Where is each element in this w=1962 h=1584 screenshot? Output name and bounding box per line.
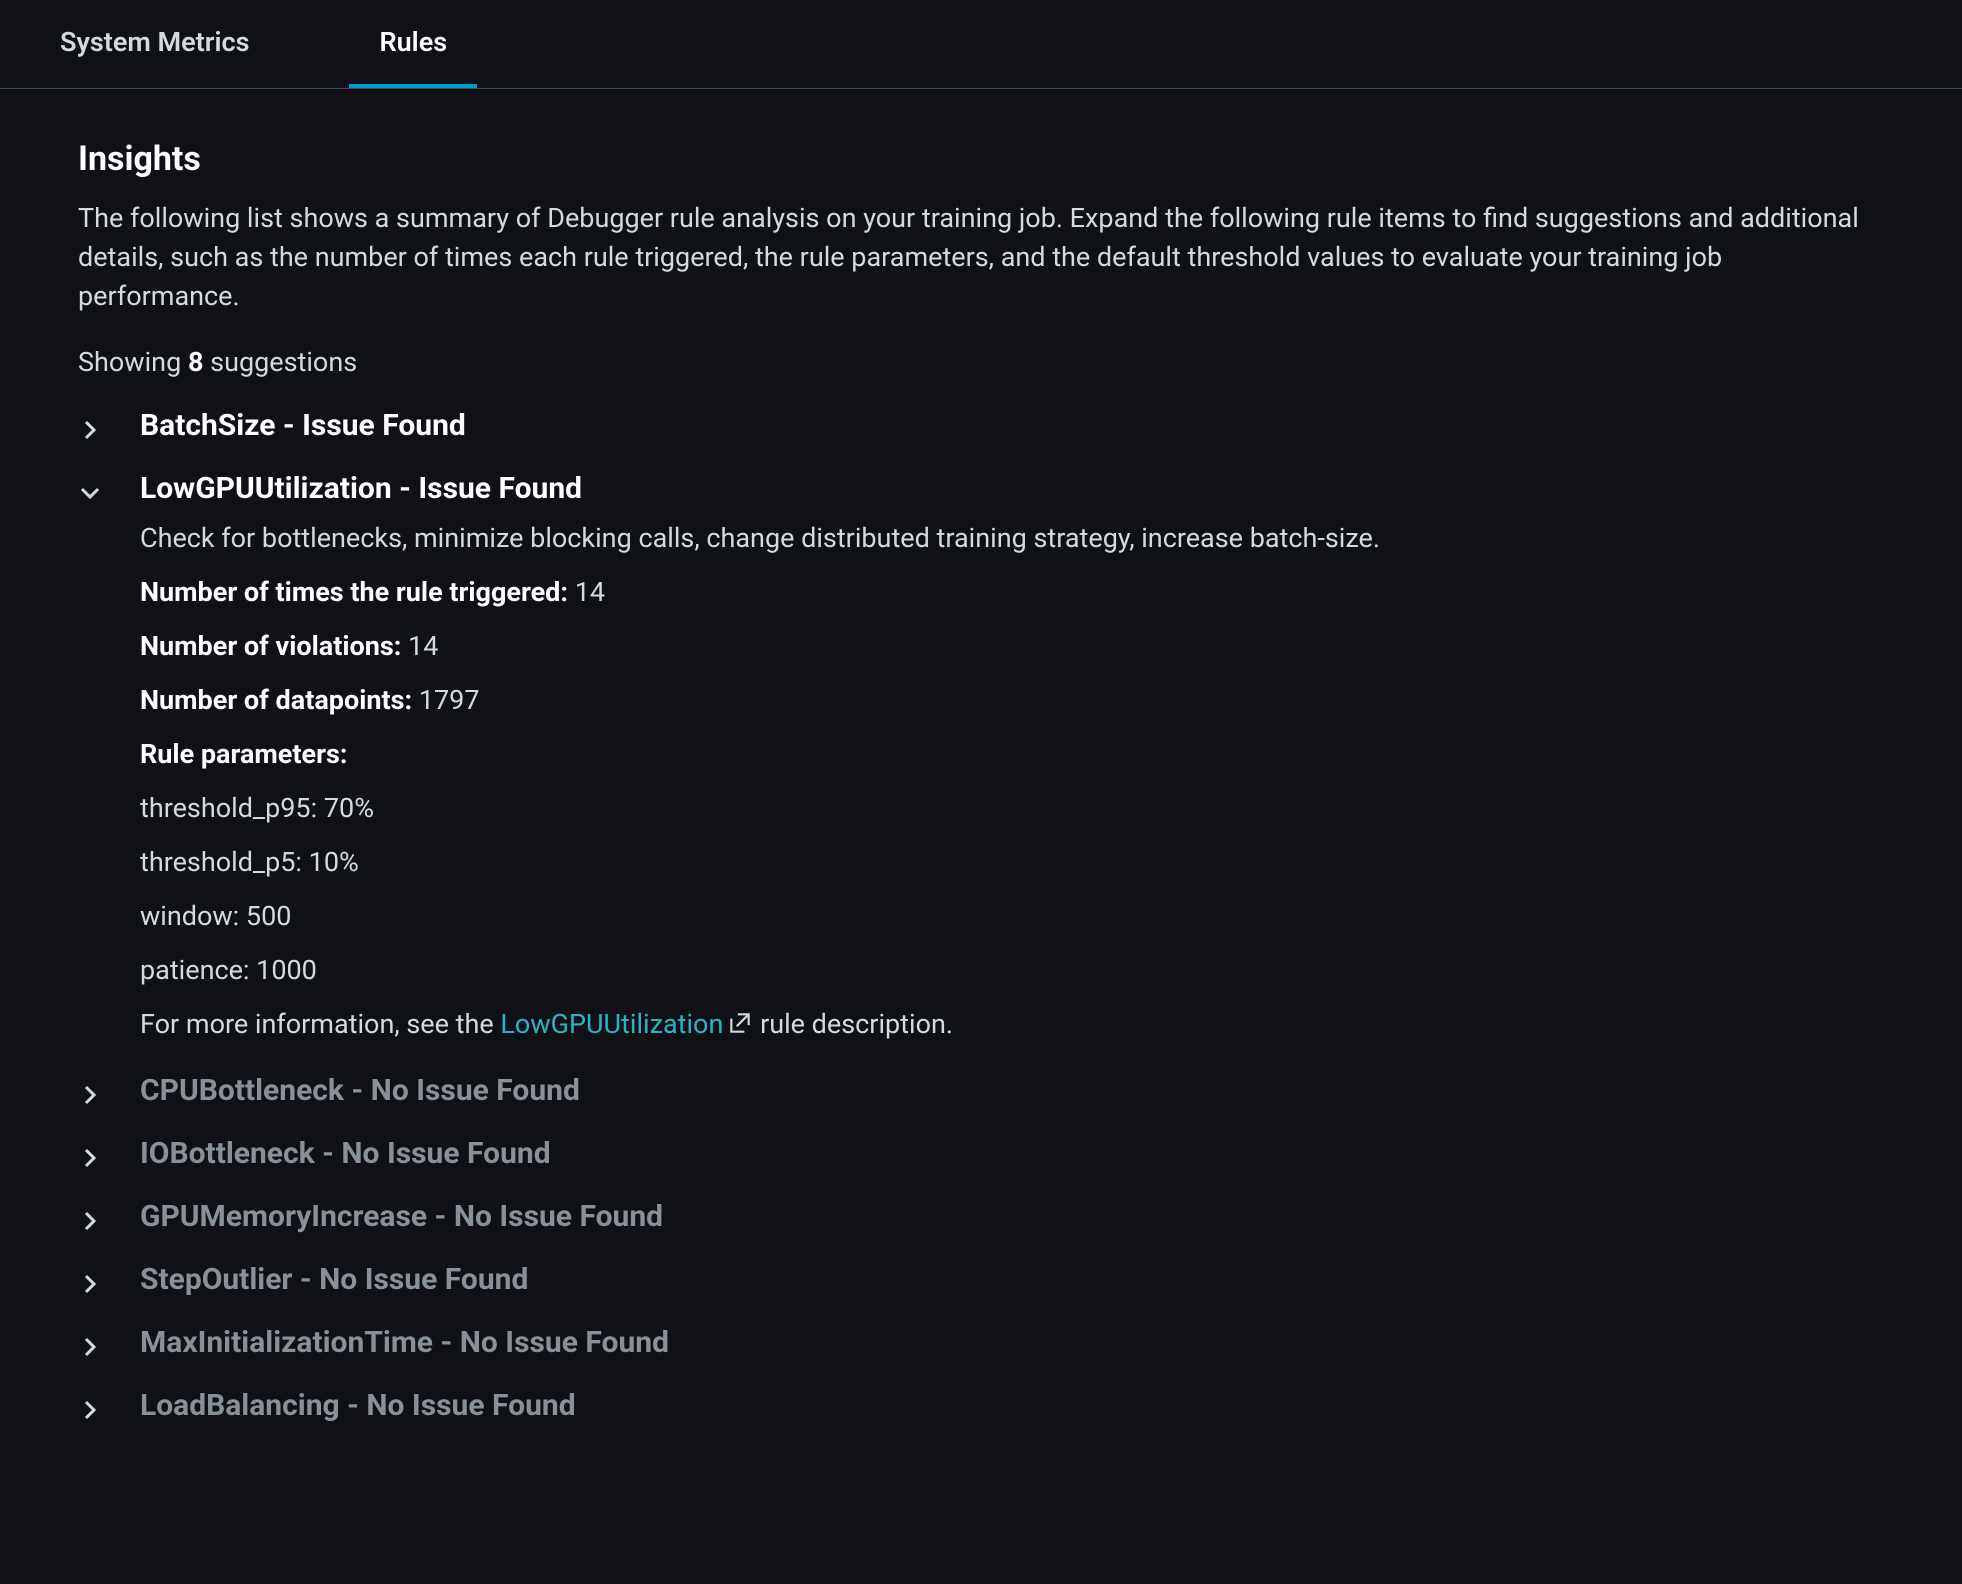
stat-violations: Number of violations: 14 (140, 630, 1884, 662)
rule-item-stepoutlier[interactable]: StepOutlier - No Issue Found (78, 1262, 1884, 1297)
chevron-right-icon (78, 1083, 102, 1107)
stat-triggered: Number of times the rule triggered: 14 (140, 576, 1884, 608)
rule-title: LoadBalancing - No Issue Found (140, 1388, 576, 1423)
chevron-right-icon (78, 1335, 102, 1359)
rule-item-maxinitializationtime[interactable]: MaxInitializationTime - No Issue Found (78, 1325, 1884, 1360)
external-link-icon (727, 1010, 753, 1043)
rule-doc-link[interactable]: LowGPUUtilization (500, 1008, 753, 1040)
rule-title: CPUBottleneck - No Issue Found (140, 1073, 580, 1108)
rule-title: LowGPUUtilization - Issue Found (140, 471, 582, 506)
param-line: threshold_p5: 10% (140, 846, 1884, 878)
chevron-right-icon (78, 1272, 102, 1296)
rule-item-cpubottleneck[interactable]: CPUBottleneck - No Issue Found (78, 1073, 1884, 1108)
rule-title: IOBottleneck - No Issue Found (140, 1136, 551, 1171)
rule-item-lowgpuutilization[interactable]: LowGPUUtilization - Issue Found (78, 471, 1884, 506)
rules-list: BatchSize - Issue Found LowGPUUtilizatio… (78, 408, 1884, 1423)
insights-description: The following list shows a summary of De… (78, 199, 1884, 316)
param-line: patience: 1000 (140, 954, 1884, 986)
rule-item-batchsize[interactable]: BatchSize - Issue Found (78, 408, 1884, 443)
suggestions-count: Showing 8 suggestions (78, 346, 1884, 378)
chevron-down-icon (78, 481, 102, 505)
rule-title: BatchSize - Issue Found (140, 408, 466, 443)
param-line: threshold_p95: 70% (140, 792, 1884, 824)
chevron-right-icon (78, 1146, 102, 1170)
chevron-right-icon (78, 418, 102, 442)
rule-title: MaxInitializationTime - No Issue Found (140, 1325, 669, 1360)
chevron-right-icon (78, 1398, 102, 1422)
insights-panel: Insights The following list shows a summ… (0, 89, 1962, 1491)
tab-system-metrics[interactable]: System Metrics (30, 0, 279, 88)
rule-item-loadbalancing[interactable]: LoadBalancing - No Issue Found (78, 1388, 1884, 1423)
tab-bar: System Metrics Rules (0, 0, 1962, 89)
chevron-right-icon (78, 1209, 102, 1233)
rule-body: Check for bottlenecks, minimize blocking… (140, 522, 1884, 1043)
rule-advice: Check for bottlenecks, minimize blocking… (140, 522, 1884, 554)
params-header: Rule parameters: (140, 738, 1884, 770)
param-line: window: 500 (140, 900, 1884, 932)
rule-title: GPUMemoryIncrease - No Issue Found (140, 1199, 663, 1234)
rule-title: StepOutlier - No Issue Found (140, 1262, 528, 1297)
more-info: For more information, see the LowGPUUtil… (140, 1008, 1884, 1043)
rule-item-gpumemoryincrease[interactable]: GPUMemoryIncrease - No Issue Found (78, 1199, 1884, 1234)
tab-rules[interactable]: Rules (349, 0, 477, 88)
insights-heading: Insights (78, 139, 1884, 179)
stat-datapoints: Number of datapoints: 1797 (140, 684, 1884, 716)
rule-item-iobottleneck[interactable]: IOBottleneck - No Issue Found (78, 1136, 1884, 1171)
